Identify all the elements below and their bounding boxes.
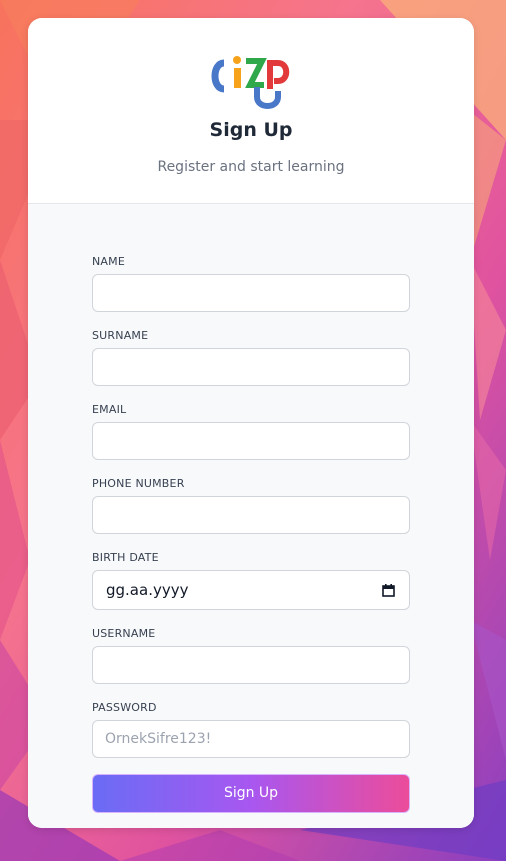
phone-number-input[interactable] [92, 496, 410, 534]
name-label: NAME [92, 255, 125, 268]
birth-date-placeholder: gg.aa.yyyy [106, 581, 189, 599]
page-subtitle: Register and start learning [157, 159, 345, 175]
birth-date-label: BIRTH DATE [92, 551, 159, 564]
password-input[interactable] [92, 720, 410, 758]
username-input[interactable] [92, 646, 410, 684]
birth-date-input[interactable]: gg.aa.yyyy [92, 570, 410, 610]
signup-form: NAME SURNAME EMAIL PHONE NUMBER BIRTH DA… [28, 204, 474, 828]
page-title: Sign Up [209, 119, 293, 141]
surname-input[interactable] [92, 348, 410, 386]
card-header: Sign Up Register and start learning [28, 18, 474, 204]
password-label: PASSWORD [92, 701, 157, 714]
surname-label: SURNAME [92, 329, 149, 342]
signup-card: Sign Up Register and start learning NAME… [28, 18, 474, 828]
email-label: EMAIL [92, 403, 127, 416]
phone-number-label: PHONE NUMBER [92, 477, 185, 490]
username-label: USERNAME [92, 627, 156, 640]
calendar-icon[interactable] [382, 584, 395, 597]
sign-up-button[interactable]: Sign Up [92, 774, 410, 813]
email-input[interactable] [92, 422, 410, 460]
cizup-logo [211, 56, 290, 109]
name-input[interactable] [92, 274, 410, 312]
